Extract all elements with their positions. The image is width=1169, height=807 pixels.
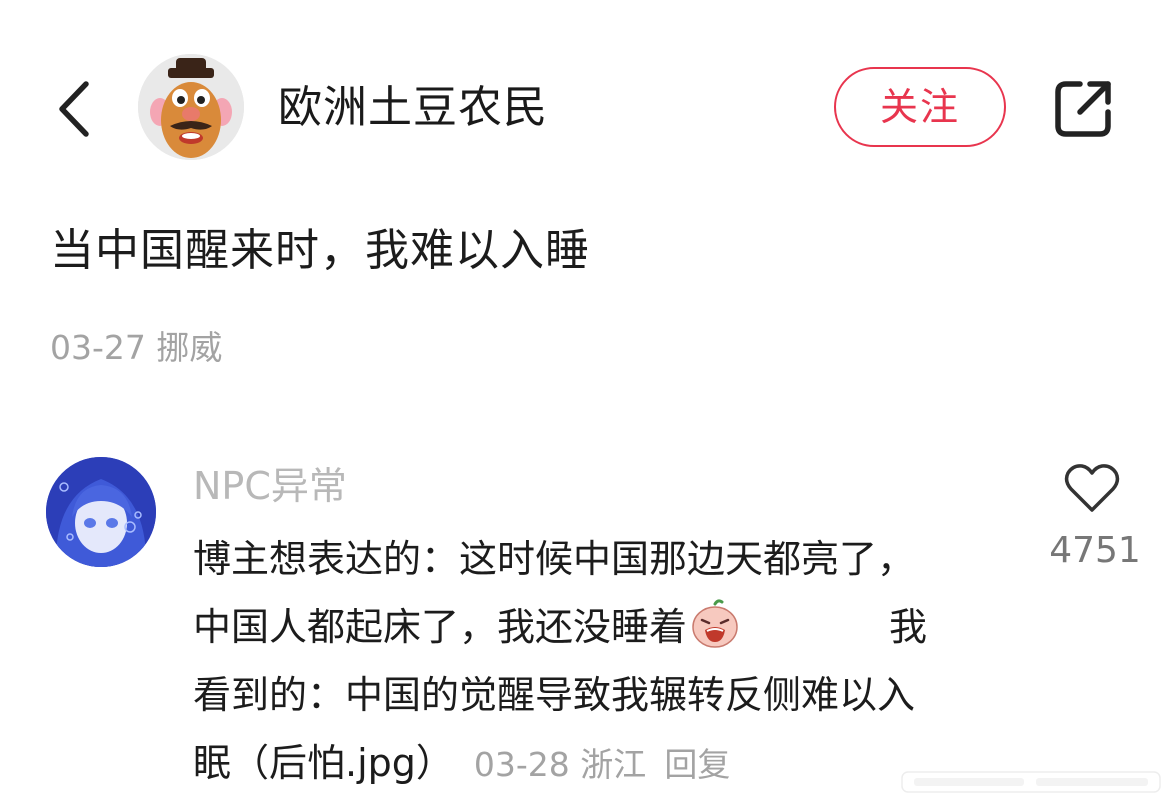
comment-text: 看到的：中国的觉醒导致我辗转反侧难以入 [193,673,916,717]
anime-girl-avatar-image [46,457,156,567]
comment-line: 看到的：中国的觉醒导致我辗转反侧难以入 [193,661,1013,729]
share-icon [1055,81,1111,137]
comment-text: 博主想表达的：这时候中国那边天都亮了， [193,537,916,581]
comment-line: 眠（后怕.jpg） 03-28 浙江 回复 [193,729,1013,797]
post-meta: 03-27 挪威 [50,328,223,367]
watermark-logo [900,764,1162,800]
potato-head-avatar-image [138,54,244,160]
back-button[interactable] [50,74,100,144]
chevron-left-icon [59,81,89,137]
comment-body: 博主想表达的：这时候中国那边天都亮了， 中国人都起床了，我还没睡着 我 看到的：… [193,525,1013,797]
comment-line: 中国人都起床了，我还没睡着 我 [193,593,1013,661]
commenter-avatar[interactable] [46,457,156,567]
follow-button[interactable]: 关注 [834,67,1006,147]
comment-meta: 03-28 浙江 [473,745,647,784]
like-button[interactable] [1064,462,1120,514]
crying-face-icon [689,598,741,650]
comment-text: 眠（后怕.jpg） [193,741,454,785]
heart-icon [1064,464,1120,512]
author-avatar[interactable] [138,54,244,160]
post-header: 欧洲土豆农民 关注 [0,0,1169,210]
like-count: 4751 [1049,530,1141,571]
comment-text: 我 [889,605,928,649]
post-text: 当中国醒来时，我难以入睡 [50,225,590,276]
reply-button[interactable]: 回复 [664,745,730,784]
author-name[interactable]: 欧洲土豆农民 [278,78,548,138]
share-button[interactable] [1050,76,1116,142]
commenter-name[interactable]: NPC异常 [193,460,347,512]
comment-line: 博主想表达的：这时候中国那边天都亮了， [193,525,1013,593]
comment-text: 中国人都起床了，我还没睡着 [193,605,688,649]
